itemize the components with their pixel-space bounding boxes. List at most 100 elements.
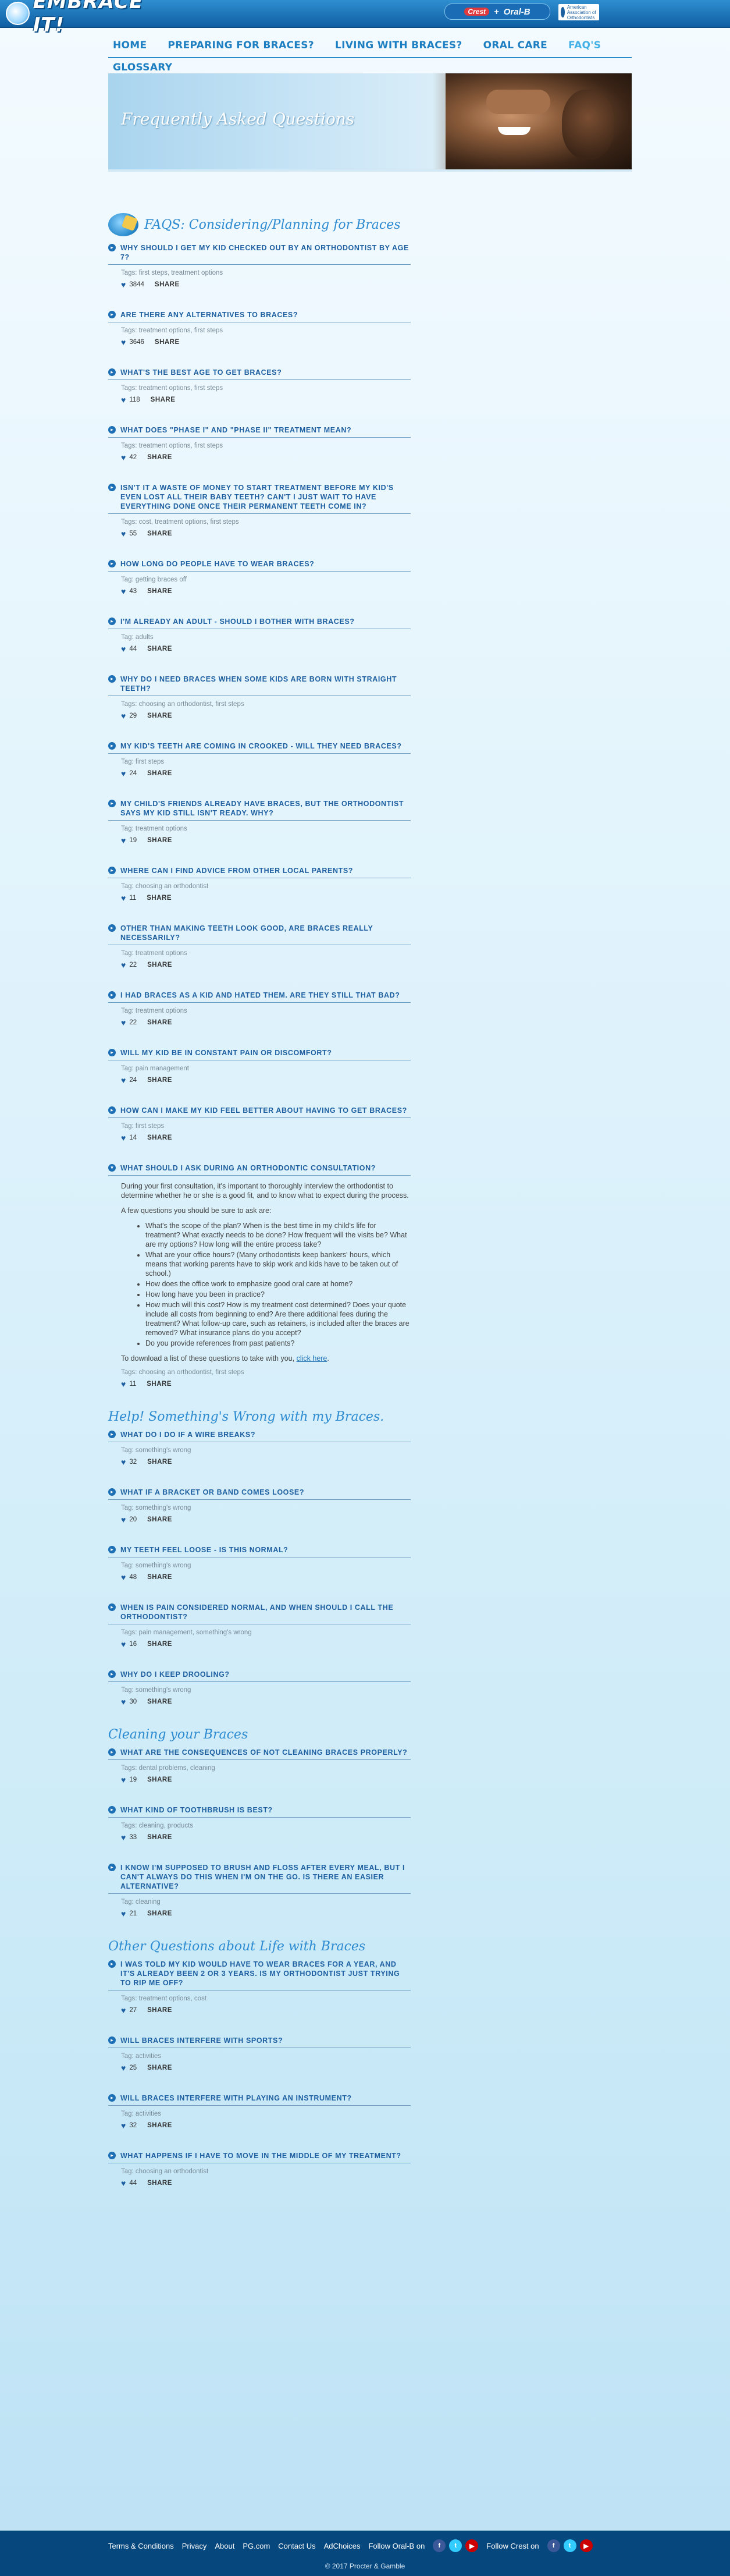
twitter-icon[interactable]: t: [563, 2539, 576, 2552]
expand-icon[interactable]: ▸: [108, 2036, 116, 2044]
expand-icon[interactable]: ▸: [108, 1431, 116, 1438]
expand-icon[interactable]: ▸: [108, 618, 116, 625]
heart-icon[interactable]: ♥: [121, 338, 126, 347]
share-button[interactable]: SHARE: [147, 588, 172, 595]
share-button[interactable]: SHARE: [147, 1776, 172, 1783]
faq-question[interactable]: ▸ Will my kid be in constant pain or disc…: [108, 1048, 411, 1060]
brand-strip[interactable]: Crest + Oral-B: [444, 3, 550, 20]
nav-item-oral-care[interactable]: ORAL CARE: [473, 40, 558, 51]
share-button[interactable]: SHARE: [147, 2007, 172, 2014]
footer-link-adchoices[interactable]: AdChoices: [324, 2542, 361, 2550]
nav-item-home[interactable]: HOME: [108, 40, 157, 51]
heart-icon[interactable]: ♥: [121, 529, 126, 538]
heart-icon[interactable]: ♥: [121, 1457, 126, 1467]
share-button[interactable]: SHARE: [147, 1698, 172, 1705]
expand-icon[interactable]: ▸: [108, 1806, 116, 1814]
share-button[interactable]: SHARE: [147, 1834, 172, 1841]
expand-icon[interactable]: ▸: [108, 742, 116, 750]
twitter-icon[interactable]: t: [449, 2539, 462, 2552]
faq-question[interactable]: ▸ I'm already an adult - should I bother …: [108, 617, 411, 629]
heart-icon[interactable]: ♥: [121, 836, 126, 845]
faq-question[interactable]: ▸ What's the best age to get braces?: [108, 368, 411, 380]
faq-question[interactable]: ▸ Will braces interfere with playing an i…: [108, 2094, 411, 2106]
share-button[interactable]: SHARE: [147, 1019, 172, 1026]
faq-question[interactable]: ▸ Isn't it a waste of money to start trea…: [108, 483, 411, 514]
nav-item-living-with-braces[interactable]: LIVING WITH BRACES?: [325, 40, 473, 51]
footer-link-privacy[interactable]: Privacy: [182, 2542, 207, 2550]
heart-icon[interactable]: ♥: [121, 1133, 126, 1142]
share-button[interactable]: SHARE: [147, 645, 172, 652]
aao-badge[interactable]: American Association of Orthodontists: [558, 4, 599, 20]
faq-question[interactable]: ▸ How long do people have to wear braces?: [108, 559, 411, 572]
footer-link-about[interactable]: About: [215, 2542, 234, 2550]
heart-icon[interactable]: ♥: [121, 1909, 126, 1918]
faq-question[interactable]: ▸ What happens if I have to move in the m…: [108, 2151, 411, 2163]
expand-icon[interactable]: ▸: [108, 484, 116, 491]
footer-link-pg-com[interactable]: PG.com: [243, 2542, 270, 2550]
share-button[interactable]: SHARE: [147, 895, 172, 902]
share-button[interactable]: SHARE: [147, 712, 172, 719]
expand-icon[interactable]: ▸: [108, 800, 116, 807]
share-button[interactable]: SHARE: [147, 1910, 172, 1917]
nav-item-glossary[interactable]: GLOSSARY: [113, 62, 172, 73]
share-button[interactable]: SHARE: [147, 1516, 172, 1523]
share-button[interactable]: SHARE: [155, 281, 180, 288]
faq-question[interactable]: ▸ Where can I find advice from other loca…: [108, 866, 411, 878]
faq-question[interactable]: ▸ Why do I keep drooling?: [108, 1670, 411, 1682]
heart-icon[interactable]: ♥: [121, 2063, 126, 2073]
heart-icon[interactable]: ♥: [121, 1379, 126, 1389]
faq-question[interactable]: ▸ My kid's teeth are coming in crooked - …: [108, 741, 411, 754]
expand-icon[interactable]: ▸: [108, 426, 116, 434]
footer-link-contact-us[interactable]: Contact Us: [278, 2542, 315, 2550]
share-button[interactable]: SHARE: [147, 1134, 172, 1141]
expand-icon[interactable]: ▸: [108, 1603, 116, 1611]
youtube-icon[interactable]: ▶: [579, 2539, 593, 2552]
heart-icon[interactable]: ♥: [121, 1775, 126, 1784]
share-button[interactable]: SHARE: [147, 1459, 172, 1466]
heart-icon[interactable]: ♥: [121, 1833, 126, 1842]
heart-icon[interactable]: ♥: [121, 644, 126, 654]
heart-icon[interactable]: ♥: [121, 280, 126, 289]
share-button[interactable]: SHARE: [147, 2122, 172, 2129]
heart-icon[interactable]: ♥: [121, 1573, 126, 1582]
share-button[interactable]: SHARE: [147, 530, 172, 537]
faq-question[interactable]: ▸ What kind of toothbrush is best?: [108, 1805, 411, 1818]
heart-icon[interactable]: ♥: [121, 587, 126, 596]
expand-icon[interactable]: ▸: [108, 1960, 116, 1968]
expand-icon[interactable]: ▸: [108, 2152, 116, 2159]
expand-icon[interactable]: ▸: [108, 244, 116, 251]
nav-item-preparing-for-braces[interactable]: PREPARING FOR BRACES?: [157, 40, 325, 51]
expand-icon[interactable]: ▸: [108, 1049, 116, 1056]
faq-question[interactable]: ▸ What are the consequences of not cleani…: [108, 1748, 411, 1760]
expand-icon[interactable]: ▸: [108, 924, 116, 932]
heart-icon[interactable]: ♥: [121, 893, 126, 903]
faq-question[interactable]: ▸ Will braces interfere with sports?: [108, 2036, 411, 2048]
faq-question[interactable]: ▸ My teeth feel loose - is this normal?: [108, 1545, 411, 1557]
faq-question[interactable]: ▸ Why should I get my kid checked out by …: [108, 243, 411, 265]
faq-question[interactable]: ▸ Are there any alternatives to braces?: [108, 310, 411, 322]
heart-icon[interactable]: ♥: [121, 711, 126, 721]
expand-icon[interactable]: ▸: [108, 1864, 116, 1871]
share-button[interactable]: SHARE: [147, 2180, 172, 2187]
heart-icon[interactable]: ♥: [121, 1018, 126, 1027]
expand-icon[interactable]: ▸: [108, 560, 116, 567]
faq-question[interactable]: ▸ When is pain considered normal, and whe…: [108, 1603, 411, 1624]
expand-icon[interactable]: ▸: [108, 991, 116, 999]
faq-question[interactable]: ▸ My child's friends already have braces,…: [108, 799, 411, 821]
expand-icon[interactable]: ▸: [108, 311, 116, 318]
share-button[interactable]: SHARE: [147, 1077, 172, 1084]
faq-question[interactable]: ▸ How can I make my kid feel better about…: [108, 1106, 411, 1118]
expand-icon[interactable]: ▸: [108, 1546, 116, 1553]
share-button[interactable]: SHARE: [147, 454, 172, 461]
facebook-icon[interactable]: f: [547, 2539, 560, 2552]
faq-question[interactable]: ▸ What does "Phase I" and "Phase II" trea…: [108, 425, 411, 438]
heart-icon[interactable]: ♥: [121, 2121, 126, 2130]
youtube-icon[interactable]: ▶: [465, 2539, 479, 2552]
faq-question[interactable]: ▸ What do I do if a wire breaks?: [108, 1430, 411, 1442]
faq-question[interactable]: ▸ Why do I need braces when some kids are…: [108, 675, 411, 696]
embrace-it-logo[interactable]: EMBRACE IT!: [6, 0, 157, 37]
heart-icon[interactable]: ♥: [121, 769, 126, 778]
expand-icon[interactable]: ▸: [108, 1106, 116, 1114]
heart-icon[interactable]: ♥: [121, 1515, 126, 1524]
faq-question[interactable]: ▸ I was told my kid would have to wear br…: [108, 1960, 411, 1990]
